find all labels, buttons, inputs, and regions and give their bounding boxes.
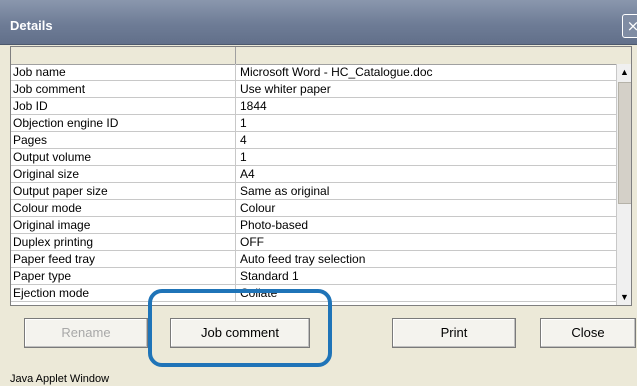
row-key: Job name xyxy=(13,65,66,79)
table-row[interactable]: Output paper size Same as original xyxy=(11,183,616,200)
row-value: 1 xyxy=(240,150,247,164)
scroll-up-icon[interactable]: ▲ xyxy=(617,64,631,80)
row-value: Colour xyxy=(240,201,276,215)
table-row[interactable]: Job ID 1844 xyxy=(11,98,616,115)
table-row[interactable]: Output volume 1 xyxy=(11,149,616,166)
details-table: Job name Microsoft Word - HC_Catalogue.do… xyxy=(10,46,632,306)
column-divider xyxy=(235,234,236,250)
row-value: 4 xyxy=(240,133,247,147)
table-row[interactable]: Colour mode Colour xyxy=(11,200,616,217)
row-value: Use whiter paper xyxy=(240,82,331,96)
table-row[interactable]: Objection engine ID 1 xyxy=(11,115,616,132)
details-window: Details × Job name Microsoft Word - HC_Ca… xyxy=(0,0,637,386)
row-value: 1844 xyxy=(240,99,267,113)
row-key: Original size xyxy=(13,167,80,181)
row-value: 1 xyxy=(240,116,247,130)
table-row[interactable]: Paper feed tray Auto feed tray selection xyxy=(11,251,616,268)
column-divider xyxy=(235,251,236,267)
row-value: Standard 1 xyxy=(240,269,299,283)
close-button[interactable]: Close xyxy=(540,318,636,348)
table-row[interactable]: Paper type Standard 1 xyxy=(11,268,616,285)
table-rows: Job name Microsoft Word - HC_Catalogue.do… xyxy=(11,64,616,302)
row-key: Job ID xyxy=(13,99,48,113)
column-divider xyxy=(235,200,236,216)
row-key: Original image xyxy=(13,218,91,232)
column-divider xyxy=(235,217,236,233)
column-divider xyxy=(235,166,236,182)
row-key: Pages xyxy=(13,133,48,147)
table-row[interactable]: Job name Microsoft Word - HC_Catalogue.do… xyxy=(11,64,616,81)
row-key: Output paper size xyxy=(13,184,108,198)
row-key: Job comment xyxy=(13,82,86,96)
header-col-value[interactable] xyxy=(236,47,631,64)
row-value: A4 xyxy=(240,167,255,181)
column-divider xyxy=(235,149,236,165)
table-header xyxy=(11,47,631,65)
close-window-icon[interactable]: × xyxy=(622,14,637,38)
table-row[interactable]: Duplex printing OFF xyxy=(11,234,616,251)
row-value: Photo-based xyxy=(240,218,309,232)
row-key: Objection engine ID xyxy=(13,116,119,130)
highlight-annotation xyxy=(148,289,332,367)
row-key: Output volume xyxy=(13,150,92,164)
table-row[interactable]: Original size A4 xyxy=(11,166,616,183)
print-button[interactable]: Print xyxy=(392,318,516,348)
rename-button[interactable]: Rename xyxy=(24,318,148,348)
column-divider xyxy=(235,64,236,80)
row-key: Paper feed tray xyxy=(13,252,96,266)
table-row[interactable]: Pages 4 xyxy=(11,132,616,149)
java-applet-label: Java Applet Window xyxy=(10,373,110,385)
header-col-key[interactable] xyxy=(11,47,236,64)
row-value: Microsoft Word - HC_Catalogue.doc xyxy=(240,65,433,79)
scroll-down-icon[interactable]: ▼ xyxy=(617,289,631,305)
table-row[interactable]: Job comment Use whiter paper xyxy=(11,81,616,98)
table-row[interactable]: Original image Photo-based xyxy=(11,217,616,234)
column-divider xyxy=(235,183,236,199)
row-key: Duplex printing xyxy=(13,235,94,249)
column-divider xyxy=(235,132,236,148)
scroll-thumb[interactable] xyxy=(618,82,631,204)
column-divider xyxy=(235,81,236,97)
row-key: Colour mode xyxy=(13,201,82,215)
title-bar: Details × xyxy=(0,0,637,45)
column-divider xyxy=(235,98,236,114)
row-key: Paper type xyxy=(13,269,72,283)
column-divider xyxy=(235,115,236,131)
row-value: Auto feed tray selection xyxy=(240,252,366,266)
vertical-scrollbar[interactable]: ▲ ▼ xyxy=(616,64,631,305)
window-title: Details xyxy=(10,18,53,33)
row-value: Same as original xyxy=(240,184,330,198)
column-divider xyxy=(235,268,236,284)
row-value: OFF xyxy=(240,235,264,249)
